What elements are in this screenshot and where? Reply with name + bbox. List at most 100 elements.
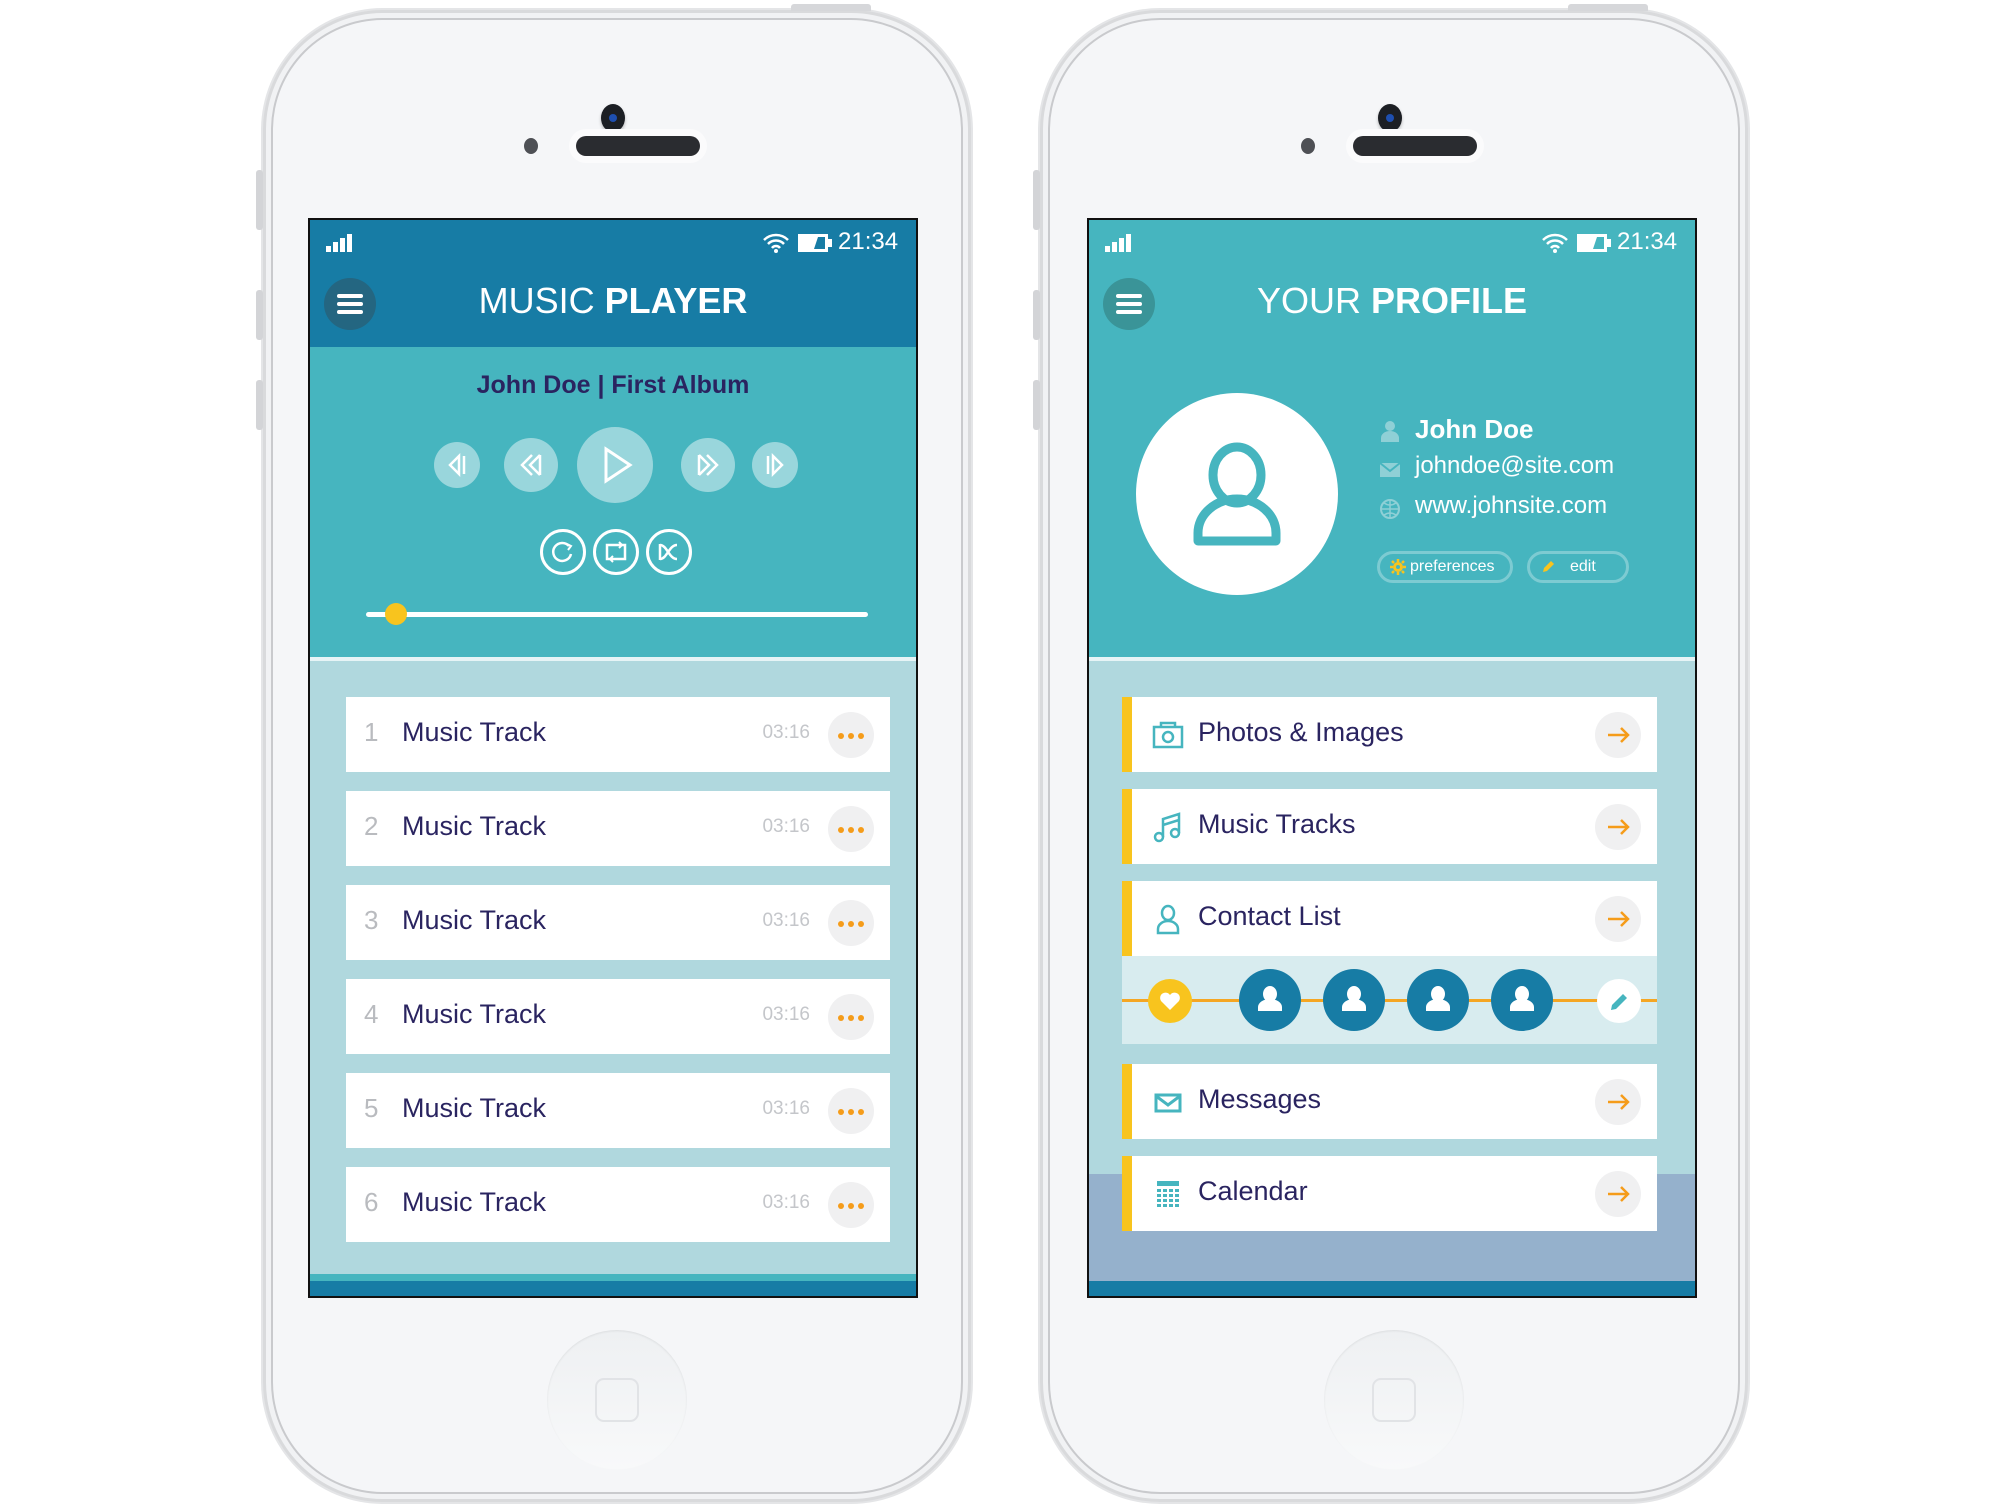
user-avatar-icon (1193, 442, 1281, 546)
play-button[interactable] (577, 427, 653, 503)
fast-forward-button[interactable] (681, 438, 735, 492)
pencil-icon (1543, 561, 1554, 572)
envelope-icon (1154, 1093, 1182, 1113)
more-dots-icon (838, 733, 844, 739)
more-dots-icon (838, 1109, 844, 1115)
contacts-strip (1122, 956, 1657, 1044)
track-row[interactable]: 4 Music Track 03:16 (346, 979, 890, 1054)
more-dots-icon (838, 1015, 844, 1021)
signal-bars-icon (326, 234, 352, 252)
home-button[interactable] (547, 1330, 687, 1470)
arrow-button[interactable] (1595, 712, 1641, 758)
avatar[interactable] (1136, 393, 1338, 595)
arrow-right-icon (1608, 819, 1630, 835)
menu-item-calendar[interactable]: Calendar (1122, 1156, 1657, 1231)
track-more-button[interactable] (828, 806, 874, 852)
gear-icon (1390, 559, 1406, 575)
arrow-button[interactable] (1595, 804, 1641, 850)
favorites-button[interactable] (1148, 979, 1192, 1023)
track-more-button[interactable] (828, 1088, 874, 1134)
menu-item-music-tracks[interactable]: Music Tracks (1122, 789, 1657, 864)
track-number: 6 (364, 1187, 379, 1217)
track-row[interactable]: 6 Music Track 03:16 (346, 1167, 890, 1242)
track-number: 2 (364, 811, 379, 841)
repeat-button[interactable] (593, 529, 639, 575)
arrow-button[interactable] (1595, 1171, 1641, 1217)
repeat-icon (605, 541, 627, 563)
track-more-button[interactable] (828, 712, 874, 758)
track-number: 1 (364, 717, 379, 747)
track-more-button[interactable] (828, 900, 874, 946)
profile-email[interactable]: johndoe@site.com (1415, 452, 1614, 480)
menu-item-contact-list[interactable]: Contact List (1122, 881, 1657, 956)
rewind-icon (520, 454, 542, 476)
edit-contacts-button[interactable] (1597, 979, 1641, 1023)
proximity-sensor (524, 138, 538, 154)
replay-button[interactable] (540, 529, 586, 575)
track-duration: 03:16 (762, 1192, 810, 1213)
contact-avatar[interactable] (1491, 969, 1553, 1031)
progress-slider[interactable] (366, 612, 868, 617)
arrow-button[interactable] (1595, 1079, 1641, 1125)
wifi-icon (1542, 233, 1568, 253)
person-icon (1426, 986, 1450, 1011)
mute-switch (1033, 170, 1040, 230)
shuffle-button[interactable] (646, 529, 692, 575)
battery-icon (1577, 234, 1611, 252)
globe-icon (1380, 499, 1400, 519)
next-track-icon (766, 452, 784, 478)
previous-track-icon (448, 452, 466, 478)
home-button[interactable] (1324, 1330, 1464, 1470)
progress-slider-handle[interactable] (385, 603, 408, 625)
calendar-icon (1157, 1181, 1179, 1207)
track-more-button[interactable] (828, 994, 874, 1040)
menu-item-messages[interactable]: Messages (1122, 1064, 1657, 1139)
envelope-icon (1379, 462, 1401, 477)
music-note-icon (1153, 812, 1181, 843)
rewind-button[interactable] (504, 438, 558, 492)
battery-icon (798, 234, 832, 252)
arrow-right-icon (1608, 1186, 1630, 1202)
power-button (1568, 4, 1648, 11)
more-dots-icon (838, 827, 844, 833)
track-more-button[interactable] (828, 1182, 874, 1228)
person-icon (1381, 421, 1399, 442)
status-time: 21:34 (1617, 228, 1678, 255)
volume-up-button (1033, 290, 1040, 340)
track-name: Music Track (402, 811, 547, 841)
track-row[interactable]: 5 Music Track 03:16 (346, 1073, 890, 1148)
preferences-button[interactable]: preferences (1377, 551, 1513, 583)
profile-name: John Doe (1415, 414, 1534, 444)
track-name: Music Track (402, 1093, 547, 1123)
track-name: Music Track (402, 1187, 547, 1217)
profile-website[interactable]: www.johnsite.com (1415, 492, 1607, 520)
contact-avatar[interactable] (1323, 969, 1385, 1031)
track-number: 4 (364, 999, 379, 1029)
track-row[interactable]: 2 Music Track 03:16 (346, 791, 890, 866)
replay-icon (551, 541, 573, 563)
status-bar: 21:34 (310, 220, 916, 260)
camera-icon (1152, 721, 1184, 749)
pencil-icon (1611, 994, 1627, 1010)
play-icon (604, 446, 633, 484)
contact-avatar[interactable] (1407, 969, 1469, 1031)
person-icon (1342, 986, 1366, 1011)
arrow-button[interactable] (1595, 896, 1641, 942)
next-track-button[interactable] (752, 442, 798, 488)
shuffle-icon (658, 543, 678, 561)
contact-avatar[interactable] (1239, 969, 1301, 1031)
track-name: Music Track (402, 999, 547, 1029)
track-duration: 03:16 (762, 816, 810, 837)
person-icon (1258, 986, 1282, 1011)
front-camera (601, 104, 625, 132)
previous-track-button[interactable] (434, 442, 480, 488)
track-duration: 03:16 (762, 1004, 810, 1025)
track-row[interactable]: 3 Music Track 03:16 (346, 885, 890, 960)
track-row[interactable]: 1 Music Track 03:16 (346, 697, 890, 772)
wifi-icon (763, 233, 789, 253)
edit-profile-button[interactable]: edit (1527, 551, 1629, 583)
menu-item-photos[interactable]: Photos & Images (1122, 697, 1657, 772)
mute-switch (256, 170, 263, 230)
now-playing-panel: John Doe | First Album (310, 347, 916, 657)
person-icon (1510, 986, 1534, 1011)
